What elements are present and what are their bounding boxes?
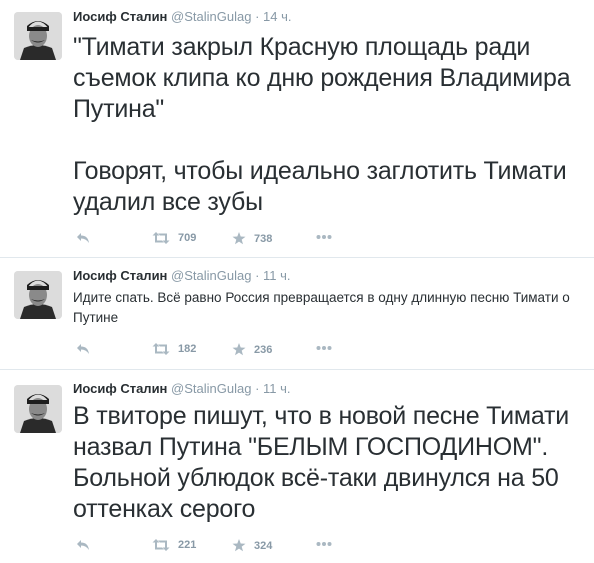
tweet-header: Иосиф Сталин @StalinGulag · 14 ч.: [73, 9, 292, 24]
stalin-portrait-icon: [14, 271, 62, 319]
star-icon: [232, 343, 246, 356]
more-button[interactable]: [316, 541, 332, 547]
author-name[interactable]: Иосиф Сталин: [73, 268, 167, 283]
timestamp[interactable]: 11 ч.: [263, 268, 291, 283]
author-handle[interactable]: @StalinGulag: [171, 9, 251, 24]
favorite-count: 236: [254, 343, 273, 356]
stalin-portrait-icon: [14, 12, 62, 60]
star-icon: [232, 539, 246, 552]
retweet-count: 221: [178, 539, 197, 551]
favorite-count: 738: [254, 232, 273, 245]
avatar[interactable]: [14, 271, 62, 319]
avatar[interactable]: [14, 385, 62, 433]
avatar[interactable]: [14, 12, 62, 60]
more-icon: [316, 542, 332, 546]
reply-icon: [77, 540, 89, 550]
retweet-count: 182: [178, 343, 197, 355]
retweet-button[interactable]: 709: [152, 232, 196, 244]
timestamp[interactable]: 11 ч.: [263, 381, 291, 396]
star-icon: [232, 232, 246, 245]
reply-icon: [77, 344, 89, 354]
tweet[interactable]: Иосиф Сталин @StalinGulag · 11 ч. В твит…: [0, 370, 594, 563]
retweet-button[interactable]: 221: [152, 539, 196, 551]
favorite-button[interactable]: 738: [232, 232, 272, 245]
reply-icon: [77, 233, 89, 243]
timestamp[interactable]: 14 ч.: [263, 9, 291, 24]
tweet-text: В твиторе пишут, что в новой песне Тимат…: [73, 402, 570, 523]
more-button[interactable]: [316, 234, 332, 240]
more-button[interactable]: [316, 345, 332, 351]
separator: ·: [255, 268, 260, 283]
tweet-text: "Тимати закрыл Красную площадь ради съем…: [73, 33, 571, 216]
author-name[interactable]: Иосиф Сталин: [73, 381, 167, 396]
retweet-button[interactable]: 182: [152, 343, 196, 355]
tweet-header: Иосиф Сталин @StalinGulag · 11 ч.: [73, 268, 291, 283]
favorite-count: 324: [254, 539, 273, 552]
more-icon: [316, 346, 332, 350]
more-icon: [316, 235, 332, 239]
tweet[interactable]: Иосиф Сталин @StalinGulag · 11 ч. Идите …: [0, 258, 594, 370]
stalin-portrait-icon: [14, 385, 62, 433]
retweet-icon: [152, 539, 170, 551]
tweet-header: Иосиф Сталин @StalinGulag · 11 ч.: [73, 381, 291, 396]
separator: ·: [255, 9, 260, 24]
retweet-count: 709: [178, 232, 197, 244]
tweet[interactable]: Иосиф Сталин @StalinGulag · 14 ч. "Тимат…: [0, 0, 594, 258]
reply-button[interactable]: [76, 232, 90, 244]
reply-button[interactable]: [76, 343, 90, 355]
tweet-text: Идите спать. Всё равно Россия превращает…: [73, 290, 570, 325]
author-handle[interactable]: @StalinGulag: [171, 381, 251, 396]
separator: ·: [255, 381, 260, 396]
author-name[interactable]: Иосиф Сталин: [73, 9, 167, 24]
retweet-icon: [152, 343, 170, 355]
reply-button[interactable]: [76, 539, 90, 551]
retweet-icon: [152, 232, 170, 244]
author-handle[interactable]: @StalinGulag: [171, 268, 251, 283]
favorite-button[interactable]: 236: [232, 343, 272, 356]
favorite-button[interactable]: 324: [232, 539, 272, 552]
